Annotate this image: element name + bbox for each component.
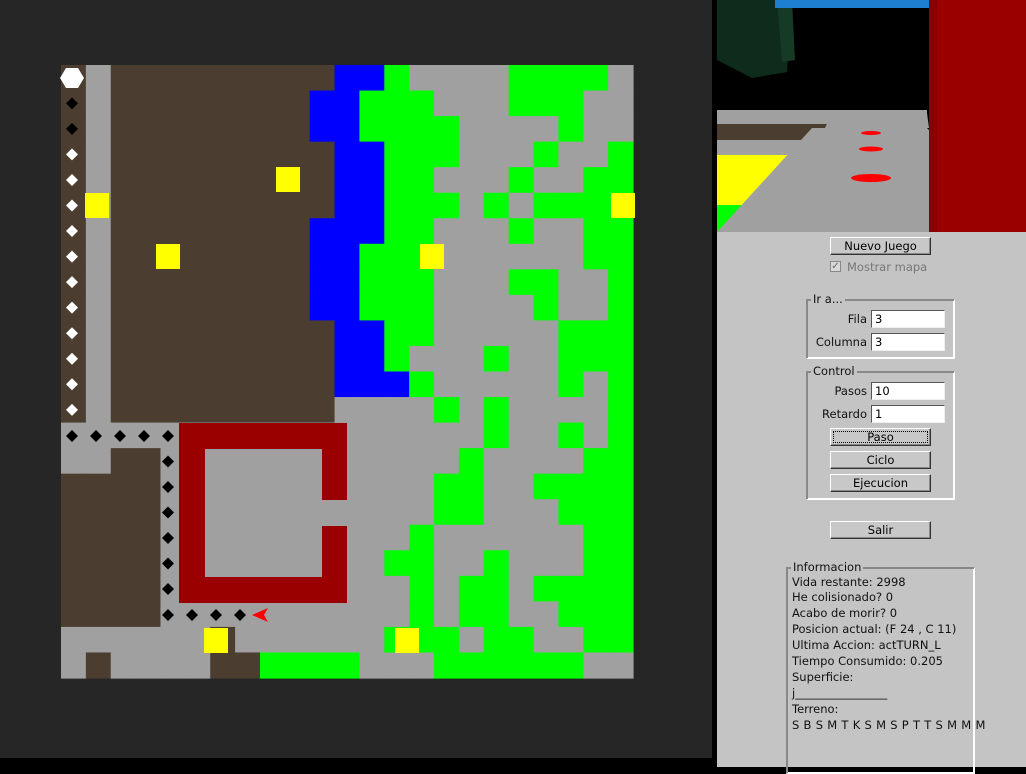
- cycle-button[interactable]: Ciclo: [830, 451, 931, 469]
- steps-label: Pasos: [834, 384, 867, 398]
- wall-segment: [322, 423, 347, 500]
- terrain-value: S B S M T K S M S P T T S M M M: [792, 718, 986, 732]
- goto-group-label: Ir a...: [811, 292, 845, 306]
- sky-strip: [775, 0, 930, 8]
- item-square: [395, 628, 419, 653]
- wall-block: [929, 0, 1026, 232]
- item-square: [156, 244, 180, 269]
- perspective-scene: [717, 0, 1026, 232]
- delay-input[interactable]: [871, 405, 945, 423]
- exit-button[interactable]: Salir: [830, 521, 931, 539]
- item-square: [276, 167, 300, 192]
- position-text: Posicion actual: (F 24 , C 11): [792, 622, 957, 636]
- show-map-checkbox[interactable]: ✓: [830, 261, 841, 272]
- surface-label: Superficie:: [792, 670, 854, 684]
- column-input[interactable]: [871, 333, 945, 351]
- world-map: [60, 65, 635, 679]
- column-label: Columna: [815, 335, 867, 349]
- info-group-label: Informacion: [791, 560, 864, 574]
- item-square: [611, 193, 635, 218]
- delay-label: Retardo: [822, 407, 867, 421]
- first-person-view: [717, 0, 1026, 232]
- surface-value: j________________: [792, 686, 888, 700]
- step-button[interactable]: Paso: [830, 428, 931, 446]
- new-game-button[interactable]: Nuevo Juego: [830, 237, 931, 255]
- collided-text: He colisionado? 0: [792, 590, 894, 604]
- item-square: [85, 193, 109, 218]
- control-group-label: Control: [811, 364, 857, 378]
- wall-segment: [179, 577, 347, 603]
- item-square: [420, 244, 444, 269]
- wall-segment: [179, 423, 205, 603]
- row-input[interactable]: [871, 310, 945, 328]
- wall-segment: [322, 526, 347, 603]
- map-panel: [0, 0, 712, 758]
- terrain-label: Terreno:: [792, 702, 839, 716]
- red-marker: [851, 174, 891, 182]
- control-panel: Nuevo Juego ✓ Mostrar mapa Ir a... Fila …: [717, 232, 1026, 774]
- steps-input[interactable]: [871, 382, 945, 400]
- lives-text: Vida restante: 2998: [792, 575, 906, 589]
- show-map-label: Mostrar mapa: [847, 260, 928, 274]
- wall-interior: [205, 449, 322, 577]
- run-button[interactable]: Ejecucion: [830, 474, 931, 492]
- last-action-text: Ultima Accion: actTURN_L: [792, 638, 941, 652]
- item-square: [204, 628, 228, 653]
- row-label: Fila: [847, 312, 867, 326]
- time-text: Tiempo Consumido: 0.205: [792, 654, 943, 668]
- died-text: Acabo de morir? 0: [792, 606, 898, 620]
